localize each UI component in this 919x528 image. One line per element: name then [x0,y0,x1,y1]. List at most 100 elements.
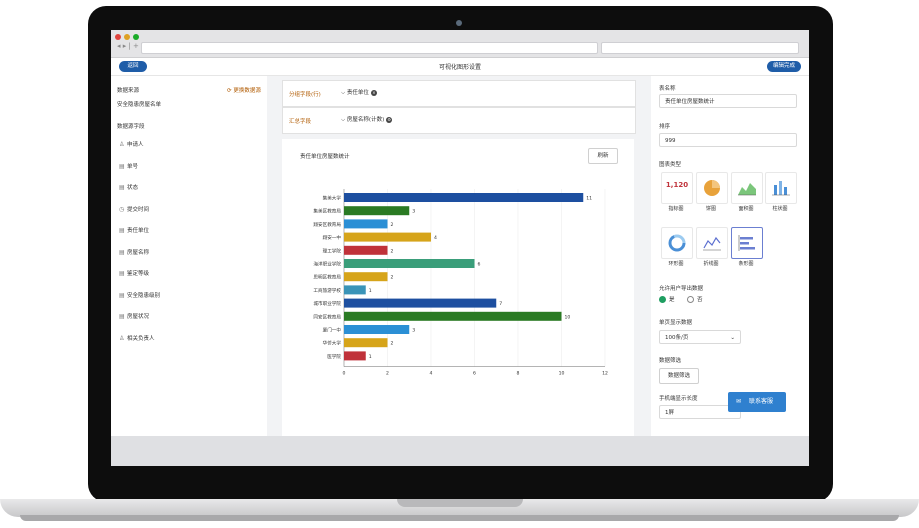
chart-type-label: 图表类型 [659,162,682,168]
indicator-icon: 1,120 [662,173,692,203]
doc-icon: ▤ [119,184,125,191]
chart-type-pie-chart[interactable] [696,172,728,204]
field-item[interactable]: ▤ 房屋状况 [119,312,149,321]
page-size-select[interactable]: 100条/页 ⌄ [659,330,741,344]
user-icon: ♙ [119,334,125,342]
doc-icon: ▤ [119,291,125,299]
table-name-input[interactable]: 责任单位房屋数统计 [659,94,797,108]
field-item[interactable]: ♙ 申请人 [119,140,144,149]
x-tick-label: 8 [517,371,520,377]
category-label: 理工学院 [323,247,342,254]
back-button[interactable]: 返回 [119,61,147,72]
data-label: 2 [391,275,394,281]
page-size-value: 100条/页 [665,335,689,341]
doc-icon: ▤ [119,248,125,256]
chart-type-column-chart[interactable] [765,172,797,204]
bar[interactable] [344,245,388,255]
category-label: 海洋职业学院 [313,261,341,268]
bar[interactable] [344,311,562,321]
category-label: 厦门一中 [323,327,342,334]
browser-search[interactable] [601,42,799,54]
source-name: 安全隐患房屋名单 [117,102,162,108]
bar[interactable] [344,325,410,334]
support-button[interactable]: ✉ 联系客服 [728,392,786,412]
column-chart-icon [766,173,796,203]
category-label: 城市职业学院 [313,300,341,307]
chart-type-ring-chart[interactable] [661,227,693,259]
bar[interactable] [344,193,584,202]
app-header: 可视化图形设置 返回 编辑完成 [111,58,809,76]
data-label: 2 [391,222,394,228]
bar[interactable] [344,206,410,216]
bar[interactable] [344,259,475,268]
export-label: 允许用户导出数据 [659,286,704,292]
order-input[interactable]: 999 [659,133,797,147]
data-label: 1 [369,288,372,294]
bar-chart: 集美大学 11集美区教育局 3翔安区教育局 2翔安一中 4理工学院 2海洋职业学院 6思明区… [313,189,608,377]
field-item[interactable]: ▤ 鉴定等级 [119,269,149,278]
field-item[interactable]: ◷ 提交时间 [119,205,149,214]
ring-chart-icon [662,228,692,258]
chart-type-bar-chart[interactable] [731,227,763,259]
doc-icon: ▤ [119,162,125,170]
summary-field-chip[interactable]: ⌵ 房屋名称(计数) ⚙ [335,115,398,125]
group-field-row: 分组字段(行) ⌵ 责任单位 × [282,80,636,107]
bar[interactable] [344,298,497,308]
field-label: 责任单位 [127,228,150,234]
line-chart-icon [697,228,727,258]
url-bar[interactable] [141,42,598,54]
bar[interactable] [344,272,388,282]
export-yes-radio[interactable]: 是 [659,295,675,303]
field-item[interactable]: ▤ 状态 [119,183,138,192]
field-item[interactable]: ▤ 房屋名称 [119,248,149,257]
data-label: 10 [565,314,571,320]
data-label: 4 [434,235,437,241]
summary-chip-label: 房屋名称(计数) [346,117,385,123]
radio-selected-icon [659,296,666,303]
maximize-dot[interactable] [133,34,139,40]
category-label: 医学院 [327,353,341,360]
field-item[interactable]: ▤ 责任单位 [119,226,149,235]
field-item[interactable]: ▤ 安全隐患级别 [119,291,160,300]
chart-type-area-chart[interactable] [731,172,763,204]
data-label: 11 [586,196,592,202]
done-button[interactable]: 编辑完成 [767,61,801,72]
chart-type-label: 饼图 [705,206,716,212]
minimize-dot[interactable] [124,34,130,40]
switch-source-link[interactable]: ⟳ 更换数据源 [227,86,261,94]
chart-type-indicator[interactable]: 1,120 [661,172,693,204]
bar-chart-icon [732,228,762,258]
laptop-foot [20,515,899,521]
chart-type-line-chart[interactable] [696,227,728,259]
browser-titlebar: ◂ ▸ | + [111,30,809,58]
order-label: 排序 [659,124,671,130]
group-chip-label: 责任单位 [346,90,369,96]
data-label: 3 [412,209,415,215]
right-panel: 表名称 责任单位房屋数统计 排序 999 图表类型 1,120 指标图 饼图 面积图 柱… [651,76,809,436]
bar[interactable] [344,232,431,242]
close-dot[interactable] [115,34,121,40]
page-title: 可视化图形设置 [438,64,481,71]
bar[interactable] [344,219,388,229]
export-no-radio[interactable]: 否 [687,295,703,303]
group-field-chip[interactable]: ⌵ 责任单位 × [335,88,383,98]
field-label: 状态 [127,185,139,191]
camera-icon [456,20,462,26]
filter-button[interactable]: 数据筛选 [659,368,699,384]
bar[interactable] [344,285,366,295]
category-label: 华侨大学 [323,340,342,347]
category-label: 翔安一中 [323,234,342,241]
group-field-label: 分组字段(行) [289,92,321,98]
field-label: 房屋状况 [127,314,150,320]
bar[interactable] [344,351,366,361]
bar[interactable] [344,338,388,348]
x-tick-label: 2 [386,371,389,377]
settings-icon[interactable]: ⚙ [386,117,393,123]
area-chart-icon [732,173,762,203]
nav-arrows-icon[interactable]: ◂ ▸ | + [117,42,139,50]
field-item[interactable]: ♙ 相关负责人 [119,334,155,343]
fields-label: 数据源字段 [117,124,145,130]
field-item[interactable]: ▤ 单号 [119,162,138,171]
data-label: 2 [391,341,394,347]
remove-icon[interactable]: × [370,90,377,96]
